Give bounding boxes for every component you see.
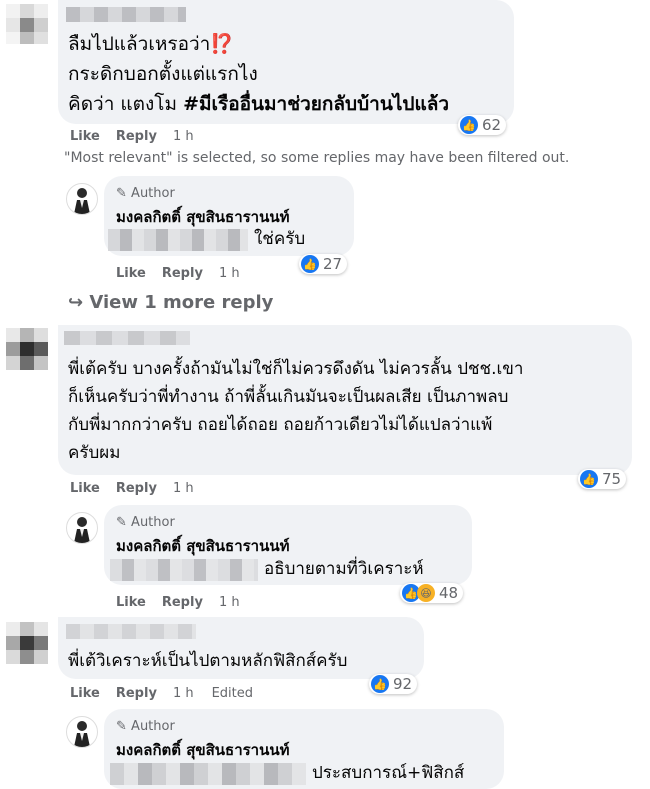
comment-2-line-2: ก็เห็นครับว่าพี่ทำงาน ถ้าพี่ลั้นเกินมันจ…: [68, 387, 509, 407]
like-reaction-icon: 👍: [460, 116, 478, 134]
reaction-count-reply-1[interactable]: 👍 27: [299, 254, 348, 274]
commenter-name-blurred[interactable]: [66, 624, 196, 639]
comment-3-actions: Like Reply 1 h Edited: [70, 686, 269, 701]
like-link[interactable]: Like: [116, 595, 146, 610]
author-avatar[interactable]: [66, 512, 98, 544]
like-link[interactable]: Like: [70, 686, 100, 701]
view-more-label: View 1 more reply: [89, 292, 274, 313]
comment-1-line-3-text: คิดว่า แตงโม: [68, 93, 184, 115]
reply-link[interactable]: Reply: [116, 129, 157, 144]
reply-author-name[interactable]: มงคลกิตติ์ สุขสินธารานนท์: [116, 738, 290, 762]
commenter-name-blurred[interactable]: [64, 331, 190, 345]
reply-link[interactable]: Reply: [162, 266, 203, 281]
pencil-icon: ✎: [116, 719, 127, 734]
like-reaction-icon: 👍: [371, 675, 389, 693]
reply-3-text: ประสบการณ์+ฟิสิกส์: [312, 763, 465, 783]
reaction-number: 27: [323, 255, 343, 273]
reply-link[interactable]: Reply: [116, 481, 157, 496]
like-reaction-icon: 👍: [301, 255, 319, 273]
avatar-comment-1[interactable]: [6, 4, 48, 44]
like-link[interactable]: Like: [70, 481, 100, 496]
pencil-icon: ✎: [116, 186, 127, 201]
reply-1-text: ใช่ครับ: [254, 229, 306, 249]
timestamp[interactable]: 1 h: [219, 595, 240, 610]
like-link[interactable]: Like: [70, 129, 100, 144]
view-more-replies[interactable]: ↪ View 1 more reply: [68, 292, 273, 313]
avatar-comment-2[interactable]: [6, 328, 48, 370]
reply-2-actions: Like Reply 1 h: [116, 595, 256, 610]
reply-link[interactable]: Reply: [162, 595, 203, 610]
timestamp[interactable]: 1 h: [173, 129, 194, 144]
timestamp[interactable]: 1 h: [173, 481, 194, 496]
reaction-count-reply-2[interactable]: 👍 😆 48: [400, 583, 464, 603]
haha-reaction-icon: 😆: [417, 584, 435, 602]
comment-1-line-3: คิดว่า แตงโม #มีเรืออื่นมาช่วยกลับบ้านไป…: [68, 90, 449, 118]
blurred-text: [108, 229, 248, 251]
like-link[interactable]: Like: [116, 266, 146, 281]
comment-2-line-3: กับพี่มากกว่าครับ ถอยได้ถอย ถอยก้าวเดียว…: [68, 415, 493, 435]
reaction-count-3[interactable]: 👍 92: [369, 674, 418, 694]
reaction-number: 48: [439, 584, 459, 602]
edited-label[interactable]: Edited: [212, 686, 253, 701]
comment-1-line-1: ลืมไปแล้วเหรอว่า⁉️: [68, 33, 234, 55]
hashtag-link[interactable]: #มีเรืออื่นมาช่วยกลับบ้านไปแล้ว: [183, 93, 449, 115]
author-badge: ✎ Author: [116, 719, 175, 734]
author-badge-label: Author: [131, 186, 175, 201]
commenter-name-blurred[interactable]: [66, 7, 186, 22]
author-badge-label: Author: [131, 515, 175, 530]
pencil-icon: ✎: [116, 515, 127, 530]
author-badge-label: Author: [131, 719, 175, 734]
like-reaction-icon: 👍: [580, 470, 598, 488]
blurred-text: [110, 763, 306, 785]
author-avatar[interactable]: [66, 183, 98, 215]
author-avatar[interactable]: [66, 716, 98, 748]
reaction-count-2[interactable]: 👍 75: [578, 469, 627, 489]
timestamp[interactable]: 1 h: [173, 686, 194, 701]
reply-2-text: อธิบายตามที่วิเคราะห์: [264, 559, 424, 579]
reply-arrow-icon: ↪: [68, 292, 84, 313]
comment-2-line-1: พี่เต้ครับ บางครั้งถ้ามันไม่ใช่ก็ไม่ควรด…: [68, 359, 524, 379]
comment-2-actions: Like Reply 1 h: [70, 481, 210, 496]
author-badge: ✎ Author: [116, 515, 175, 530]
reaction-count-1[interactable]: 👍 62: [458, 115, 507, 135]
reaction-number: 75: [602, 470, 622, 488]
timestamp[interactable]: 1 h: [219, 266, 240, 281]
reply-author-name[interactable]: มงคลกิตติ์ สุขสินธารานนท์: [116, 534, 290, 558]
comment-1-line-2: กระดิกบอกตั้งแต่แรกไง: [68, 63, 258, 85]
blurred-text: [110, 559, 258, 581]
author-badge: ✎ Author: [116, 186, 175, 201]
comment-1-actions: Like Reply 1 h: [70, 129, 210, 144]
comment-2-line-4: ครับผม: [68, 443, 121, 463]
reply-link[interactable]: Reply: [116, 686, 157, 701]
avatar-comment-3[interactable]: [6, 622, 48, 664]
reaction-number: 92: [393, 675, 413, 693]
reaction-number: 62: [482, 116, 502, 134]
comment-3-line-1: พี่เต้วิเคราะห์เป็นไปตามหลักฟิสิกส์ครับ: [68, 651, 348, 671]
reply-1-actions: Like Reply 1 h: [116, 266, 256, 281]
filter-notice: "Most relevant" is selected, so some rep…: [64, 150, 570, 166]
